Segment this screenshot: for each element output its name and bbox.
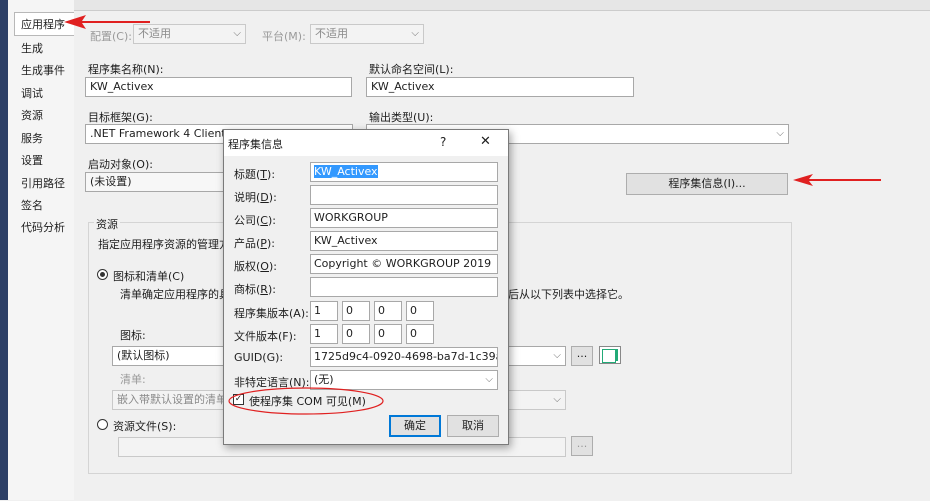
resource-file-browse-button[interactable]: ... [571, 436, 593, 456]
description-label: 说明(D): [234, 191, 277, 204]
nav-item-code-analysis[interactable]: 代码分析 [21, 219, 65, 235]
header-strip [74, 0, 930, 10]
file-version-major[interactable]: 1 [310, 324, 338, 344]
icon-manifest-label: 图标和清单(C) [113, 270, 185, 283]
nav-item-resources[interactable]: 资源 [21, 107, 43, 123]
nav-item-signing[interactable]: 签名 [21, 197, 43, 213]
window-icon [599, 346, 621, 364]
icon-value: (默认图标) [117, 349, 170, 362]
startup-object-select[interactable]: (未设置) [85, 172, 235, 192]
assembly-version-minor[interactable]: 0 [342, 301, 370, 321]
nav-item-services[interactable]: 服务 [21, 130, 43, 146]
assembly-info-dialog: 程序集信息 ? ✕ 标题(T): KW_Activex 说明(D): 公司(C)… [223, 129, 509, 445]
assembly-version-major[interactable]: 1 [310, 301, 338, 321]
assembly-name-input[interactable]: KW_Activex [85, 77, 352, 97]
company-label: 公司(C): [234, 214, 276, 227]
file-version-minor[interactable]: 0 [342, 324, 370, 344]
nav-item-debug[interactable]: 调试 [21, 85, 43, 101]
close-icon[interactable]: ✕ [480, 134, 491, 149]
default-namespace-input[interactable]: KW_Activex [366, 77, 634, 97]
nav-item-reference-paths[interactable]: 引用路径 [21, 175, 65, 191]
copyright-input[interactable]: Copyright © WORKGROUP 2019 [310, 254, 498, 274]
nav-item-build[interactable]: 生成 [21, 40, 43, 56]
title-input[interactable]: KW_Activex [310, 162, 498, 182]
icon-manifest-radio[interactable] [97, 269, 108, 280]
description-input[interactable] [310, 185, 498, 205]
title-value: KW_Activex [314, 165, 378, 178]
resources-group-label: 资源 [94, 216, 120, 232]
manifest-value: 嵌入带默认设置的清单 [117, 393, 227, 406]
resource-file-radio[interactable] [97, 419, 108, 430]
icon-manifest-description-tail: 后从以下列表中选择它。 [508, 288, 629, 301]
assembly-version-label: 程序集版本(A): [234, 307, 309, 320]
product-input[interactable]: KW_Activex [310, 231, 498, 251]
ok-button[interactable]: 确定 [389, 415, 441, 437]
assembly-version-build[interactable]: 0 [374, 301, 402, 321]
chevron-down-icon: ⌵ [233, 28, 241, 39]
title-label: 标题(T): [234, 168, 276, 181]
dialog-title: 程序集信息 [228, 138, 283, 151]
platform-label: 平台(M): [262, 30, 306, 43]
help-icon[interactable]: ? [440, 135, 446, 149]
copyright-label: 版权(O): [234, 260, 277, 273]
cancel-button[interactable]: 取消 [447, 415, 499, 437]
default-namespace-label: 默认命名空间(L): [369, 63, 454, 76]
neutral-language-value: (无) [314, 373, 334, 386]
file-version-revision[interactable]: 0 [406, 324, 434, 344]
annotation-arrow-icon [64, 15, 150, 29]
nav-item-build-events[interactable]: 生成事件 [21, 62, 65, 78]
output-type-label: 输出类型(U): [369, 111, 434, 124]
company-input[interactable]: WORKGROUP [310, 208, 498, 228]
nav-item-settings[interactable]: 设置 [21, 152, 43, 168]
chevron-down-icon: ⌵ [411, 28, 419, 39]
file-version-build[interactable]: 0 [374, 324, 402, 344]
icon-manifest-description: 清单确定应用程序的具 [120, 288, 230, 301]
trademark-input[interactable] [310, 277, 498, 297]
target-framework-label: 目标框架(G): [88, 111, 153, 124]
icon-browse-button[interactable]: ... [571, 346, 593, 366]
icon-label: 图标: [120, 329, 146, 342]
chevron-down-icon: ⌵ [553, 350, 561, 361]
resource-file-label: 资源文件(S): [113, 420, 177, 433]
chevron-down-icon: ⌵ [776, 128, 784, 139]
platform-select[interactable]: 不适用 ⌵ [310, 24, 424, 44]
annotation-ellipse [228, 387, 384, 415]
chevron-down-icon: ⌵ [553, 394, 561, 405]
nav-item-application[interactable]: 应用程序 [21, 16, 65, 32]
guid-label: GUID(G): [234, 351, 284, 364]
file-version-label: 文件版本(F): [234, 330, 297, 343]
assembly-name-label: 程序集名称(N): [88, 63, 164, 76]
ide-left-edge [0, 0, 8, 500]
manifest-label: 清单: [120, 373, 146, 386]
chevron-down-icon: ⌵ [485, 374, 493, 385]
guid-input[interactable]: 1725d9c4-0920-4698-ba7d-1c39a7a [310, 347, 498, 367]
product-label: 产品(P): [234, 237, 275, 250]
assembly-version-revision[interactable]: 0 [406, 301, 434, 321]
trademark-label: 商标(R): [234, 283, 276, 296]
annotation-arrow-icon [793, 174, 881, 186]
assembly-info-button[interactable]: 程序集信息(I)... [626, 173, 788, 195]
platform-value: 不适用 [315, 27, 348, 40]
resources-description: 指定应用程序资源的管理方 [98, 238, 230, 251]
startup-object-label: 启动对象(O): [88, 158, 153, 171]
